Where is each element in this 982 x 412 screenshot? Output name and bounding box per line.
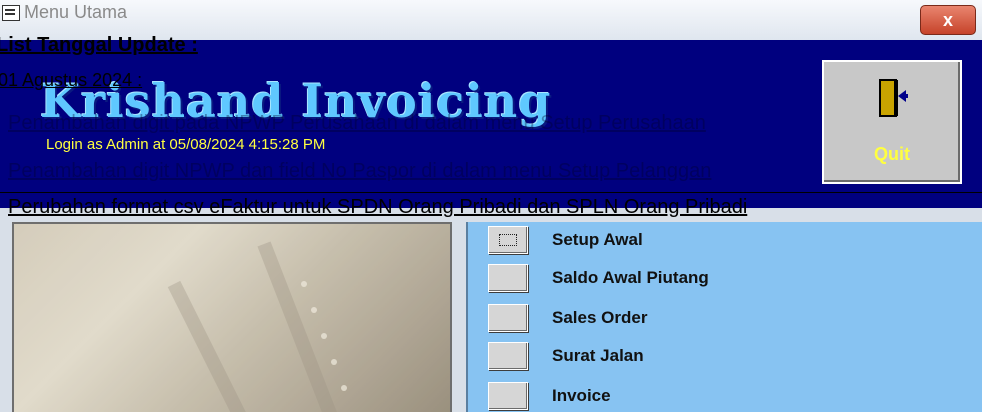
menu-item-label: Surat Jalan: [552, 346, 644, 365]
quit-button[interactable]: Quit: [822, 60, 962, 184]
menu-button[interactable]: [488, 342, 528, 370]
menu-item-label: Setup Awal: [552, 230, 643, 249]
form-icon: [2, 5, 20, 21]
cover-image: [12, 222, 452, 412]
menu-item-saldo-awal-piutang[interactable]: Saldo Awal Piutang: [488, 264, 968, 294]
update-note-csv-efaktur[interactable]: Perubahan format csv eFaktur untuk SPDN …: [8, 196, 747, 219]
update-list-heading: List Tanggal Update :: [0, 34, 198, 56]
update-note-npwp-perusahaan[interactable]: Penambahan digit pada NPWP Perusahaan di…: [8, 112, 706, 135]
close-button[interactable]: x: [920, 5, 976, 35]
menu-item-sales-order[interactable]: Sales Order: [488, 304, 968, 334]
menu-button[interactable]: [488, 382, 528, 410]
menu-item-invoice[interactable]: Invoice: [488, 382, 968, 412]
divider: [0, 192, 982, 193]
update-date[interactable]: 01 Agustus 2024 :: [0, 70, 142, 91]
menu-button[interactable]: [488, 264, 528, 292]
close-icon: x: [942, 9, 953, 30]
menu-button[interactable]: [488, 226, 528, 254]
update-note-npwp-pelanggan[interactable]: Penambahan digit NPWP dan field No Paspo…: [8, 160, 711, 183]
menu-item-label: Saldo Awal Piutang: [552, 268, 709, 287]
quit-label: Quit: [874, 144, 910, 164]
menu-button[interactable]: [488, 304, 528, 332]
menu-item-surat-jalan[interactable]: Surat Jalan: [488, 342, 968, 372]
menu-item-label: Sales Order: [552, 308, 648, 327]
window-title: Menu Utama: [24, 2, 128, 22]
menu-item-label: Invoice: [552, 386, 611, 405]
exit-door-icon: [879, 79, 908, 117]
menu-item-setup-awal[interactable]: Setup Awal: [488, 226, 968, 256]
menu-panel: Setup Awal Saldo Awal Piutang Sales Orde…: [466, 222, 982, 412]
login-status: Login as Admin at 05/08/2024 4:15:28 PM: [46, 136, 326, 153]
